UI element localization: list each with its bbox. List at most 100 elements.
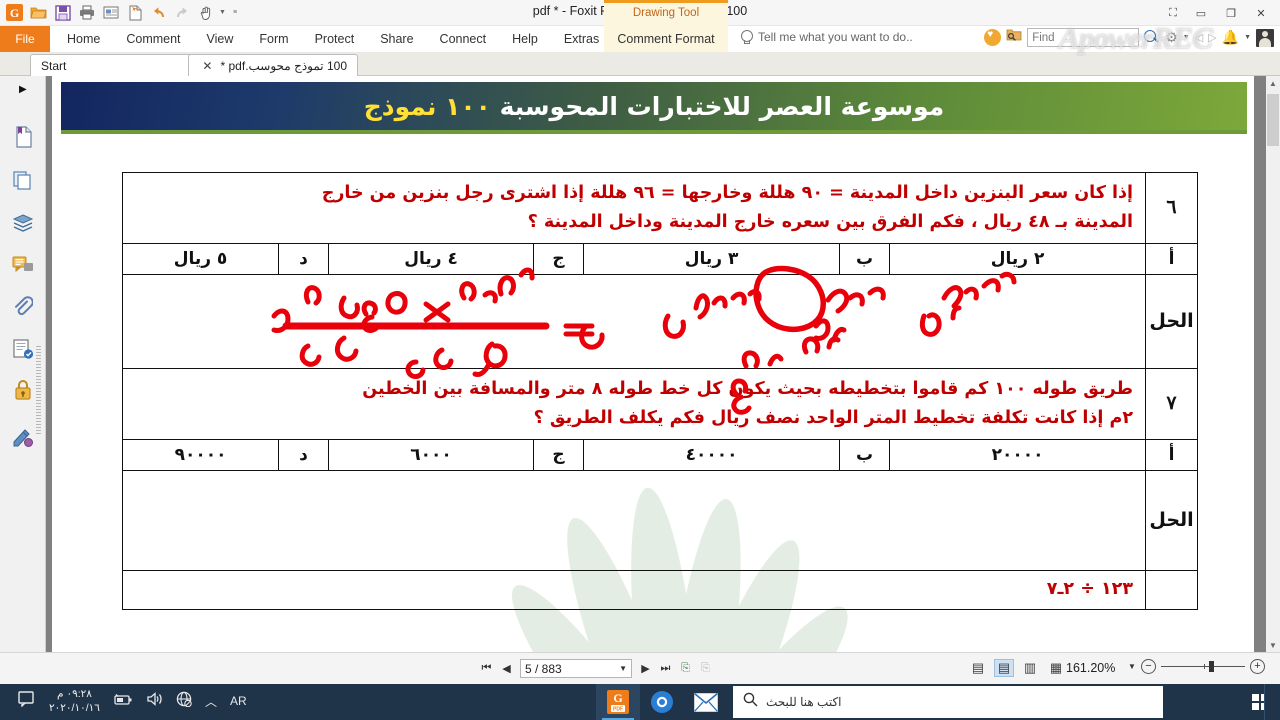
tab-form[interactable]: Form (246, 26, 301, 52)
option-letter-d[interactable]: د (278, 438, 330, 471)
bookmarks-icon[interactable] (10, 124, 36, 150)
clock[interactable]: ٠٩:٢٨ م ٢٠٢٠/١٠/١٦ (49, 687, 100, 715)
solution-area[interactable] (121, 469, 1147, 571)
close-icon[interactable]: ✕ (202, 59, 212, 73)
tab-share[interactable]: Share (367, 26, 426, 52)
scroll-up-icon[interactable]: ▲ (1266, 76, 1280, 90)
zoom-level-label[interactable]: 161.20% (1066, 661, 1115, 675)
nav-back-icon[interactable]: ◁ (1195, 31, 1203, 44)
option-value-b[interactable]: ٣ ريال (583, 242, 841, 275)
vertical-scrollbar[interactable]: ▲ ▼ (1266, 76, 1280, 652)
taskbar-app-foxit-reader[interactable]: G PDF (596, 684, 640, 720)
volume-icon[interactable] (146, 692, 163, 710)
tab-home[interactable]: Home (54, 26, 113, 52)
page-number-input[interactable]: 5 / 883 ▼ (520, 659, 632, 678)
first-page-button[interactable]: ⏮ (480, 662, 493, 675)
page-navigation: ⏮ ◀ 5 / 883 ▼ ▶ ⏭ ⎘ ⎘ (480, 659, 712, 678)
gear-dropdown-icon[interactable]: ▼ (1183, 34, 1190, 41)
table-row: ٦ إذا كان سعر البنزين داخل المدينة = ٩٠ … (121, 172, 1199, 244)
notification-dropdown-icon[interactable]: ▼ (1244, 34, 1251, 41)
tab-view[interactable]: View (194, 26, 247, 52)
previous-page-button[interactable]: ◀ (500, 662, 513, 675)
chevron-down-icon[interactable]: ▼ (619, 664, 627, 673)
tab-help[interactable]: Help (499, 26, 551, 52)
restore-layout-icon[interactable]: ⛶ (1158, 3, 1188, 23)
scrollbar-thumb[interactable] (1267, 94, 1279, 146)
attachments-icon[interactable] (10, 294, 36, 320)
option-letter-c[interactable]: ج (533, 438, 585, 471)
view-mode-facing[interactable]: ▥ (1020, 659, 1040, 677)
close-button[interactable]: ✕ (1246, 3, 1276, 23)
next-page-button[interactable]: ▶ (639, 662, 652, 675)
network-icon[interactable] (176, 691, 192, 711)
stamps-icon[interactable] (10, 336, 36, 362)
page-thumbnails-icon[interactable] (10, 168, 36, 194)
scroll-down-icon[interactable]: ▼ (1266, 638, 1280, 652)
zoom-dropdown-icon[interactable]: ▼ (1128, 662, 1136, 671)
panel-resize-handle[interactable] (36, 346, 41, 436)
find-input[interactable]: Find (1027, 28, 1140, 47)
option-letter-c[interactable]: ج (533, 242, 585, 275)
option-value-b[interactable]: ٤٠٠٠٠ (583, 438, 841, 471)
option-value-c[interactable]: ٤ ريال (328, 242, 535, 275)
document-canvas[interactable]: موسوعة العصر للاختبارات المحوسبة ١٠٠ نمو… (46, 76, 1266, 652)
option-value-a[interactable]: ٢٠٠٠٠ (889, 438, 1147, 471)
tab-file[interactable]: File (0, 26, 50, 52)
solution-area[interactable] (121, 273, 1147, 369)
show-hidden-icons[interactable]: ︿ (205, 693, 217, 710)
notification-bell-icon[interactable]: 🔔 (1222, 29, 1239, 46)
battery-icon[interactable] (113, 693, 133, 710)
view-mode-continuous[interactable]: ▤ (994, 659, 1014, 677)
doc-tab-pdf[interactable]: 100 تموذج محوسب.pdf * ✕ (188, 54, 358, 76)
doc-tab-start[interactable]: Start (30, 54, 198, 76)
last-page-button[interactable]: ⏭ (659, 662, 672, 675)
view-mode-single-page[interactable]: ▤ (968, 659, 988, 677)
option-value-a[interactable]: ٢ ريال (889, 242, 1147, 275)
option-letter-b[interactable]: ب (839, 242, 891, 275)
tab-connect[interactable]: Connect (427, 26, 500, 52)
nav-forward-icon[interactable]: ▷ (1208, 31, 1216, 44)
ribbon-tabs: Home Comment View Form Protect Share Con… (54, 26, 612, 52)
language-indicator[interactable]: AR (230, 694, 247, 708)
expand-panel-icon[interactable]: ▶ (19, 84, 27, 95)
zoom-controls: ▼ − + (1128, 659, 1265, 674)
action-center-icon[interactable] (18, 691, 36, 711)
avatar[interactable] (1256, 28, 1274, 47)
tab-comment-format[interactable]: Comment Format (604, 32, 728, 46)
minimize-button[interactable]: ▭ (1186, 3, 1216, 23)
option-value-d[interactable]: ٥ ريال (121, 242, 280, 275)
layers-icon[interactable] (10, 210, 36, 236)
doc-tab-pdf-label: 100 تموذج محوسب.pdf * (220, 58, 347, 73)
taskbar-app-chrome[interactable] (640, 684, 684, 720)
comments-icon[interactable] (10, 252, 36, 278)
option-letter-b[interactable]: ب (839, 438, 891, 471)
taskbar-app-mail[interactable] (684, 684, 728, 720)
zoom-in-button[interactable]: + (1249, 659, 1265, 674)
search-icon[interactable] (1144, 29, 1160, 46)
option-value-d[interactable]: ٩٠٠٠٠ (121, 438, 280, 471)
security-icon[interactable] (10, 376, 36, 402)
document-banner: موسوعة العصر للاختبارات المحوسبة ١٠٠ نمو… (61, 82, 1247, 134)
next-view-icon[interactable]: ⎘ (699, 662, 712, 675)
gear-icon[interactable]: ⚙ (1165, 29, 1178, 46)
view-mode-continuous-facing[interactable]: ▦ (1046, 659, 1066, 677)
option-letter-d[interactable]: د (278, 242, 330, 275)
option-value-c[interactable]: ٦٠٠٠ (328, 438, 535, 471)
search-folder-icon[interactable] (1006, 28, 1022, 47)
tab-comment[interactable]: Comment (113, 26, 193, 52)
option-letter-a[interactable]: أ (1145, 242, 1199, 275)
option-letter-a[interactable]: أ (1145, 438, 1199, 471)
show-desktop-button[interactable] (1264, 684, 1280, 720)
question-number: ٦ (1145, 172, 1199, 244)
zoom-out-button[interactable]: − (1140, 659, 1156, 674)
taskbar-search-box[interactable]: اكتب هنا للبحث (733, 686, 1163, 718)
tab-protect[interactable]: Protect (302, 26, 368, 52)
maximize-button[interactable]: ❐ (1216, 3, 1246, 23)
signature-icon[interactable] (10, 424, 36, 450)
table-row: ٧ طريق طوله ١٠٠ كم قاموا بتخطيطه بحيث يك… (121, 367, 1199, 440)
solution-label: الحل (1145, 469, 1199, 571)
tell-me-box[interactable]: Tell me what you want to do.. (740, 30, 913, 44)
zoom-slider[interactable] (1160, 659, 1245, 674)
previous-view-icon[interactable]: ⎘ (679, 662, 692, 675)
favorite-icon[interactable] (984, 29, 1002, 46)
